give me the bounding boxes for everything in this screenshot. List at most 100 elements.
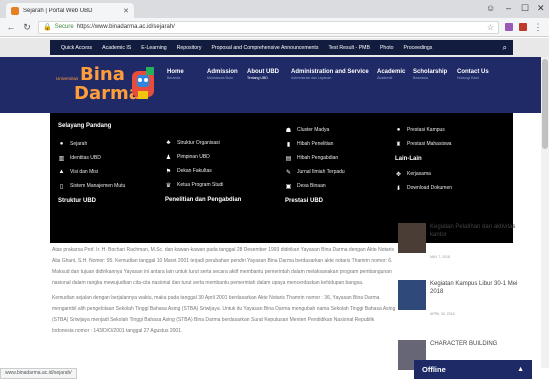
nav-scholarship-sub: Beasiswa xyxy=(413,76,428,80)
scrollbar-thumb[interactable] xyxy=(542,59,548,149)
post-date: MAY 7, 2018 xyxy=(430,255,450,259)
post-thumbnail[interactable] xyxy=(398,223,426,253)
topnav-repository[interactable]: Repository xyxy=(172,45,207,51)
nav-about[interactable]: About UBD Tentang UBD xyxy=(245,69,289,81)
logo-universitas: Universitas xyxy=(56,76,79,81)
article-paragraph: Atas prakarsa Prof. Ir. H. Bochari Rachm… xyxy=(52,247,394,286)
mega-col-selayang: Selayang Pandang ● Sejarah ▥ Identitas UBD… xyxy=(58,123,158,209)
chevron-up-icon[interactable]: ▲ xyxy=(517,366,524,373)
post-title[interactable]: CHARACTER BUILDING xyxy=(430,340,520,348)
mega-item-jurnal[interactable]: ✎ Jurnal Ilmiah Terpadu xyxy=(285,165,395,179)
book-icon: ▮ xyxy=(286,141,291,148)
browser-tab[interactable]: Sejarah | Portal Web UBD ✕ xyxy=(6,3,134,18)
url-field[interactable]: 🔒 Secure https://www.binadarma.ac.id/sej… xyxy=(38,20,499,34)
nav-home[interactable]: Home Beranda xyxy=(165,69,205,81)
mega-head-penelitian[interactable]: Penelitian dan Pengabdian xyxy=(165,192,275,208)
mega-item-kerjasama[interactable]: ✥ Kerjasama xyxy=(395,167,505,181)
mega-item-label: Desa Binaan xyxy=(297,183,326,189)
mega-item-desa[interactable]: ▣ Desa Binaan xyxy=(285,179,395,193)
article-paragraph: Kemudian sejalan dengan berjalannya wakt… xyxy=(52,295,396,334)
post-title[interactable]: Kegiatan Kampus Libur 30-1 Mei 2018 xyxy=(430,280,520,296)
mega-item-label: Prestasi Kampus xyxy=(407,127,445,133)
nav-home-label: Home xyxy=(167,69,184,75)
url-text: https://www.binadarma.ac.id/sejarah/ xyxy=(76,24,175,30)
reload-icon[interactable]: ↻ xyxy=(22,22,32,33)
page-scrollbar[interactable] xyxy=(541,57,549,368)
topnav-proceedings[interactable]: Proceedings xyxy=(399,45,438,51)
mega-item-sejarah[interactable]: ● Sejarah xyxy=(58,137,158,151)
dot-icon: ● xyxy=(59,141,64,147)
close-window-icon[interactable]: ✕ xyxy=(537,3,545,14)
mega-item-visi[interactable]: ▲ Visi dan Misi xyxy=(58,165,158,179)
sitemap-icon: ♣ xyxy=(166,140,171,146)
mega-head-lain[interactable]: Lain-Lain xyxy=(395,151,505,167)
extension-icon[interactable] xyxy=(519,23,527,31)
nav-scholarship-label: Scholarship xyxy=(413,69,448,75)
mega-item-smm[interactable]: ▯ Sistem Manajemen Mutu xyxy=(58,179,158,193)
lock-icon: 🔒 xyxy=(43,24,52,31)
mega-item-struktur-organisasi[interactable]: ♣ Struktur Organisasi xyxy=(165,136,275,150)
mega-item-pimpinan[interactable]: ♟ Pimpinan UBD xyxy=(165,150,275,164)
chat-offline-widget[interactable]: Offline ▲ xyxy=(414,360,532,379)
topnav-proposal[interactable]: Proposal and Comprehensive Announcements xyxy=(206,45,323,51)
topnav-quick-access[interactable]: Quick Access xyxy=(56,45,97,51)
mega-item-identitas[interactable]: ▥ Identitas UBD xyxy=(58,151,158,165)
topnav-elearning[interactable]: E-Learning xyxy=(136,45,171,51)
mega-item-dekan[interactable]: ⚑ Dekan Fakultas xyxy=(165,164,275,178)
mega-item-kaprodi[interactable]: ♛ Ketua Program Studi xyxy=(165,178,275,192)
mega-item-label: Download Dokumen xyxy=(407,185,453,191)
nav-administration-label: Administration and Service xyxy=(291,69,369,75)
logo-bina: Bina xyxy=(80,64,125,85)
tab-bar: Sejarah | Portal Web UBD ✕ ☺ – ☐ ✕ xyxy=(0,0,549,18)
post-title[interactable]: Kegiatan Pelatihan dan aktivitas kantor xyxy=(430,223,520,239)
search-icon[interactable]: ⌕ xyxy=(503,43,507,53)
nav-admission-sub: Mahasiswa Baru xyxy=(207,76,233,80)
road-icon: ▲ xyxy=(58,169,65,175)
file-icon: ▯ xyxy=(59,183,64,190)
minimize-icon[interactable]: – xyxy=(506,3,511,13)
mega-item-hibah-penelitian[interactable]: ▮ Hibah Penelitian xyxy=(285,137,395,151)
topnav-academic-is[interactable]: Academic IS xyxy=(97,45,136,51)
mega-head-prestasi[interactable]: Prestasi UBD xyxy=(285,193,395,209)
article-body: Atas prakarsa Prof. Ir. H. Bochari Rachm… xyxy=(52,245,396,341)
maximize-icon[interactable]: ☐ xyxy=(521,3,529,14)
mega-item-label: Kerjasama xyxy=(407,171,431,177)
topnav-test-result[interactable]: Test Result - PMB xyxy=(323,45,375,51)
site-logo[interactable]: Universitas Bina Darma xyxy=(56,62,141,108)
mega-item-label: Prestasi Mahasiswa xyxy=(407,141,452,147)
topnav-photo[interactable]: Photo xyxy=(375,45,399,51)
mega-head-selayang[interactable]: Selayang Pandang xyxy=(58,123,158,129)
mega-item-label: Struktur Organisasi xyxy=(177,140,220,146)
post-thumbnail[interactable] xyxy=(398,280,426,310)
nav-scholarship[interactable]: Scholarship Beasiswa xyxy=(411,69,455,81)
profile-icon[interactable]: ☺ xyxy=(486,3,495,13)
mega-item-label: Cluster Madya xyxy=(297,127,330,133)
status-bar-url: www.binadarma.ac.id/sejarah/ xyxy=(0,368,77,379)
archive-icon: ▤ xyxy=(285,155,292,162)
mega-item-prestasi-mahasiswa[interactable]: ♜ Prestasi Mahasiswa xyxy=(395,137,505,151)
mega-item-label: Identitas UBD xyxy=(70,155,101,161)
menu-kebab-icon[interactable]: ⋮ xyxy=(533,22,543,33)
back-icon[interactable]: ← xyxy=(6,22,16,32)
mega-item-label: Hibah Penelitian xyxy=(297,141,334,147)
mega-item-prestasi-kampus[interactable]: ● Prestasi Kampus xyxy=(395,123,505,137)
building-icon: ▥ xyxy=(58,155,65,162)
handshake-icon: ✥ xyxy=(395,171,402,178)
extension-icon[interactable] xyxy=(505,23,513,31)
nav-administration-sub: Administrasi dan Layanan xyxy=(291,76,332,80)
mega-item-label: Dekan Fakultas xyxy=(177,168,212,174)
bookmark-star-icon[interactable]: ☆ xyxy=(487,23,494,32)
nav-academic[interactable]: Academic Akademik xyxy=(375,69,411,81)
tab-close-icon[interactable]: ✕ xyxy=(123,7,129,15)
mega-item-label: Hibah Pengabdian xyxy=(297,155,339,161)
mega-head-struktur[interactable]: Struktur UBD xyxy=(58,193,158,209)
nav-contact-sub: Hubungi Kami xyxy=(457,76,479,80)
mega-item-label: Sejarah xyxy=(70,141,88,147)
mega-item-hibah-pengabdian[interactable]: ▤ Hibah Pengabdian xyxy=(285,151,395,165)
nav-contact[interactable]: Contact Us Hubungi Kami xyxy=(455,69,495,81)
nav-admission[interactable]: Admission Mahasiswa Baru xyxy=(205,69,245,81)
mega-item-download[interactable]: ⬇ Download Dokumen xyxy=(395,181,505,195)
nav-administration[interactable]: Administration and Service Administrasi … xyxy=(289,69,375,81)
mega-item-cluster[interactable]: ☗ Cluster Madya xyxy=(285,123,395,137)
address-bar: ← ↻ 🔒 Secure https://www.binadarma.ac.id… xyxy=(0,18,549,37)
